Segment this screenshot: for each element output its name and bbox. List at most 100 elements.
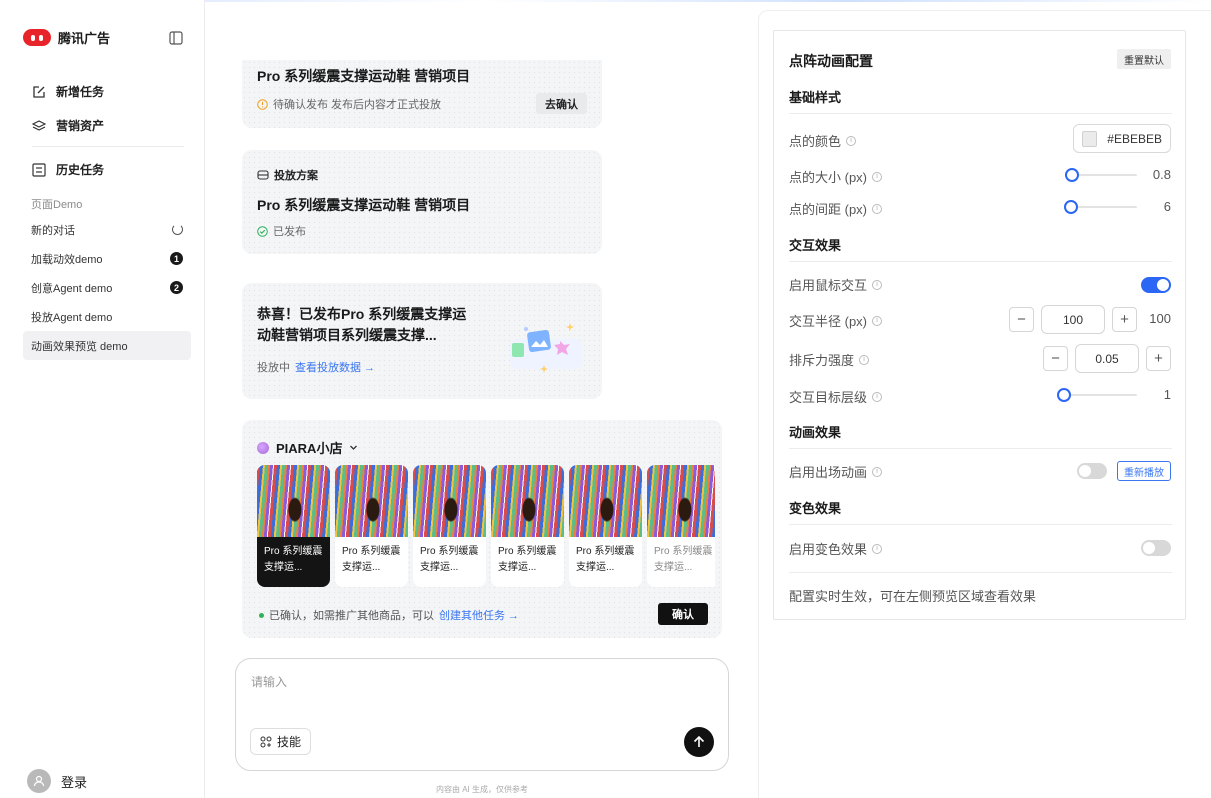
login-button[interactable]: 登录 xyxy=(27,769,87,793)
product-carousel: Pro 系列缓震支撑运... Pro 系列缓震支撑运... Pro 系列缓震支撑… xyxy=(257,465,715,587)
label-text: 交互半径 (px) xyxy=(789,314,868,329)
sidebar-toggle-icon[interactable] xyxy=(169,31,183,45)
delivery-plan-card[interactable]: 投放方案 Pro 系列缓震支撑运动鞋 营销项目 已发布 xyxy=(242,150,602,254)
label-text: 点的大小 (px) xyxy=(789,170,868,185)
nav-history-tasks[interactable]: 历史任务 xyxy=(32,161,104,178)
dot-gap-label: 点的间距 (px) i xyxy=(789,199,883,218)
divider xyxy=(789,448,1172,449)
product-card[interactable]: Pro 系列缓震支撑运... xyxy=(413,465,486,587)
product-name: Pro 系列缓震支撑运... xyxy=(498,546,557,573)
color-value: #EBEBEB xyxy=(1107,131,1162,146)
info-icon: i xyxy=(872,203,883,214)
send-button[interactable] xyxy=(684,727,714,757)
section-interaction: 交互效果 xyxy=(789,238,842,253)
chat-input[interactable] xyxy=(251,675,701,689)
product-image xyxy=(647,465,715,537)
chevron-down-icon xyxy=(350,445,358,450)
success-illustration-icon xyxy=(510,323,582,373)
card-status: 投放中 查看投放数据 → xyxy=(257,359,375,375)
brand[interactable]: 腾讯广告 xyxy=(23,28,110,47)
mouse-interaction-toggle[interactable] xyxy=(1141,277,1171,293)
divider xyxy=(789,572,1172,573)
tencent-logo-icon xyxy=(23,29,51,46)
product-name: Pro 系列缓震支撑运... xyxy=(654,546,713,573)
product-card[interactable]: Pro 系列缓震支撑运... xyxy=(569,465,642,587)
shop-selector[interactable]: PIARA小店 xyxy=(257,438,358,457)
card-title: Pro 系列缓震支撑运动鞋 营销项目 xyxy=(257,197,471,213)
demo-label: 加载动效demo xyxy=(31,253,103,266)
card-status: 已发布 xyxy=(257,223,306,239)
product-name: Pro 系列缓震支撑运... xyxy=(576,546,635,573)
color-effect-label: 启用变色效果 i xyxy=(789,539,883,558)
list-icon xyxy=(32,162,46,177)
increment-button[interactable]: + xyxy=(1112,307,1137,332)
product-name: Pro 系列缓震支撑运... xyxy=(264,546,323,573)
divider xyxy=(32,146,184,147)
demo-item-new-chat[interactable]: 新的对话 xyxy=(23,215,191,244)
section-color-effect: 变色效果 xyxy=(789,501,842,516)
info-icon: i xyxy=(872,391,883,402)
dot-size-label: 点的大小 (px) i xyxy=(789,167,883,186)
count-badge: 2 xyxy=(170,281,183,294)
demo-item-loading-demo[interactable]: 加载动效demo 1 xyxy=(23,244,191,273)
demo-label: 创意Agent demo xyxy=(31,282,113,295)
increment-button[interactable]: + xyxy=(1146,346,1171,371)
view-data-link[interactable]: 查看投放数据 → xyxy=(295,359,375,375)
product-name: Pro 系列缓震支撑运... xyxy=(420,546,479,573)
dot-gap-value: 6 xyxy=(1163,199,1171,214)
check-circle-icon xyxy=(257,225,268,237)
slider-thumb[interactable] xyxy=(1065,168,1079,182)
decrement-button[interactable]: − xyxy=(1043,346,1068,371)
intro-animation-toggle[interactable] xyxy=(1077,463,1107,479)
mouse-interaction-label: 启用鼠标交互 i xyxy=(789,275,883,294)
replay-button[interactable]: 重新播放 xyxy=(1117,461,1171,481)
nav-label: 营销资产 xyxy=(56,119,105,133)
product-card[interactable]: Pro 系列缓震支撑运... xyxy=(257,465,330,587)
product-card[interactable]: Pro 系列缓震支撑运... xyxy=(647,465,715,587)
skill-button[interactable]: 技能 xyxy=(250,728,312,755)
color-effect-toggle[interactable] xyxy=(1141,540,1171,556)
label-text: 点的间距 (px) xyxy=(789,202,868,217)
chat-input-box: 技能 xyxy=(235,658,729,771)
create-task-link[interactable]: 创建其他任务 → xyxy=(439,607,519,623)
reset-default-button[interactable]: 重置默认 xyxy=(1117,49,1171,69)
count-badge: 1 xyxy=(170,252,183,265)
product-select-card: PIARA小店 Pro 系列缓震支撑运... Pro 系列缓震支撑运... Pr… xyxy=(242,420,722,638)
nav-marketing-assets[interactable]: 营销资产 xyxy=(32,117,104,134)
product-card[interactable]: Pro 系列缓震支撑运... xyxy=(335,465,408,587)
target-layer-slider[interactable] xyxy=(1057,388,1137,402)
repel-strength-stepper: − 0.05 + xyxy=(1043,344,1171,373)
demo-item-animation-preview[interactable]: 动画效果预览 demo xyxy=(23,331,191,360)
repel-input[interactable]: 0.05 xyxy=(1075,344,1139,373)
status-dot-icon xyxy=(259,612,264,618)
product-card[interactable]: Pro 系列缓震支撑运... xyxy=(491,465,564,587)
section-basic-style: 基础样式 xyxy=(789,90,842,105)
published-card: 恭喜！已发布Pro 系列缓震支撑运动鞋营销项目系列缓震支撑... 投放中 查看投… xyxy=(242,283,602,399)
info-icon: i xyxy=(872,466,883,477)
dot-gap-slider[interactable] xyxy=(1064,200,1137,214)
radius-input[interactable]: 100 xyxy=(1041,305,1105,334)
demo-item-creative-agent[interactable]: 创意Agent demo 2 xyxy=(23,273,191,302)
shop-logo-icon xyxy=(257,441,269,454)
label-text: 交互目标层级 xyxy=(789,390,868,405)
slider-thumb[interactable] xyxy=(1064,200,1078,214)
status-text: 待确认发布 发布后内容才正式投放 xyxy=(273,99,442,111)
go-confirm-button[interactable]: 去确认 xyxy=(536,93,587,114)
nav-label: 新增任务 xyxy=(56,85,105,99)
card-title: Pro 系列缓震支撑运动鞋 营销项目 xyxy=(257,68,471,84)
interaction-radius-stepper: − 100 + xyxy=(1009,305,1137,334)
pending-project-card: Pro 系列缓震支撑运动鞋 营销项目 待确认发布 发布后内容才正式投放 去确认 xyxy=(242,60,602,128)
dot-color-picker[interactable]: #EBEBEB xyxy=(1073,124,1171,153)
decrement-button[interactable]: − xyxy=(1009,307,1034,332)
loading-spinner-icon xyxy=(172,224,183,235)
dot-size-slider[interactable] xyxy=(1065,168,1137,182)
confirm-text: 已确认，如需推广其他商品，可以 xyxy=(269,610,434,622)
nav-new-task[interactable]: 新增任务 xyxy=(32,83,104,100)
intro-animation-label: 启用出场动画 i xyxy=(789,462,883,481)
demo-label: 新的对话 xyxy=(31,224,75,237)
demo-item-delivery-agent[interactable]: 投放Agent demo xyxy=(23,302,191,331)
slider-thumb[interactable] xyxy=(1057,388,1071,402)
info-icon: i xyxy=(872,543,883,554)
user-avatar-icon xyxy=(27,769,51,793)
confirm-button[interactable]: 确认 xyxy=(658,603,708,625)
